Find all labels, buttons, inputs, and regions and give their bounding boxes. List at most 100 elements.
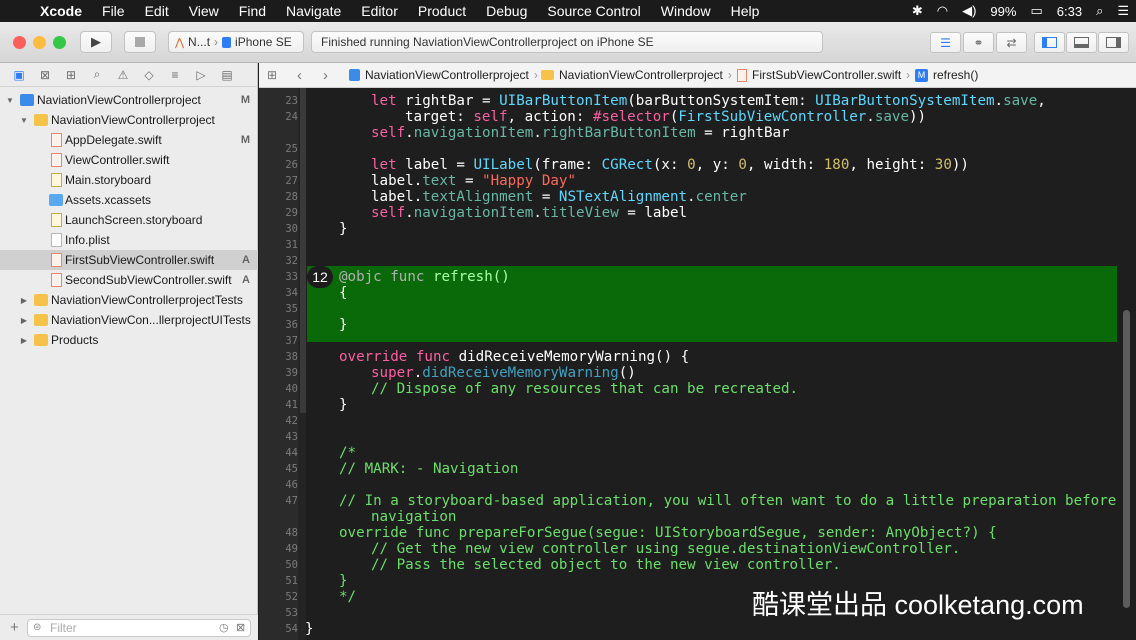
tree-item[interactable]: Main.storyboard <box>0 170 258 190</box>
source-control-icon[interactable]: ⊠ <box>37 67 53 83</box>
fold-marker <box>300 88 306 413</box>
menu-navigate[interactable]: Navigate <box>276 3 351 19</box>
code-line: self.navigationItem.rightBarButtonItem =… <box>371 125 790 141</box>
disclosure-open-icon[interactable]: ▼ <box>5 96 15 105</box>
swift-file-icon <box>51 153 62 167</box>
line-number: 36 <box>285 319 298 331</box>
line-number-gutter: 23 24 25 26 27 28 29 30 31 32 33 34 35 36 37 38 39 40 41 42… <box>259 88 298 640</box>
recent-files-icon[interactable]: ◷ <box>219 621 229 634</box>
plist-file-icon <box>51 233 62 247</box>
scheme-icon: ⋀ <box>175 36 185 49</box>
line-number: 23 <box>285 95 298 107</box>
stop-button[interactable] <box>124 31 156 53</box>
symbol-icon[interactable]: ⊞ <box>63 67 79 83</box>
assistant-editor-button[interactable]: ⚭ <box>963 32 994 53</box>
tree-item[interactable]: ▶ NaviationViewControllerprojectTests <box>0 290 258 310</box>
storyboard-file-icon <box>51 213 62 227</box>
source-editor[interactable]: 23 24 25 26 27 28 29 30 31 32 33 34 35 36 37 38 39 40 41 42… <box>259 88 1136 640</box>
menu-find[interactable]: Find <box>229 3 276 19</box>
tree-item-selected[interactable]: FirstSubViewController.swift A <box>0 250 258 270</box>
run-button[interactable]: ▶ <box>80 31 112 53</box>
tree-item[interactable]: AppDelegate.swift M <box>0 130 258 150</box>
wifi-icon[interactable]: ◠ <box>930 3 955 19</box>
breadcrumb-group[interactable]: NaviationViewControllerproject › <box>541 68 732 82</box>
menu-view[interactable]: View <box>179 3 229 19</box>
scroll-thumb[interactable] <box>1123 310 1130 608</box>
add-icon[interactable]: + <box>10 619 19 636</box>
code-line: // Dispose of any resources that can be … <box>371 381 799 397</box>
spotlight-icon[interactable]: ⌕ <box>1089 3 1110 19</box>
modified-files-icon[interactable]: ⊠ <box>236 621 245 634</box>
menu-help[interactable]: Help <box>721 3 770 19</box>
version-editor-button[interactable]: ⇄ <box>996 32 1027 53</box>
menu-xcode[interactable]: Xcode <box>34 3 92 19</box>
notification-center-icon[interactable]: ☰ <box>1110 3 1136 19</box>
tree-item[interactable]: ▼ NaviationViewControllerproject M <box>0 90 258 110</box>
code-line: target: self, action: #selector(FirstSub… <box>405 109 927 125</box>
code-line: } <box>305 621 314 637</box>
tree-item[interactable]: ▶ Products <box>0 330 258 350</box>
tree-item[interactable]: Assets.xcassets <box>0 190 258 210</box>
disclosure-open-icon[interactable]: ▼ <box>19 116 29 125</box>
tree-item[interactable]: ▶ NaviationViewCon...llerprojectUITests <box>0 310 258 330</box>
code-folding-ribbon[interactable] <box>298 88 306 640</box>
related-items-icon[interactable]: ⊞ <box>267 68 277 82</box>
line-number: 51 <box>285 575 298 587</box>
test-icon[interactable]: ◇ <box>141 67 157 83</box>
zoom-window-button[interactable] <box>53 36 66 49</box>
scheme-selector[interactable]: ⋀ N...t › iPhone SE <box>168 31 304 53</box>
standard-editor-button[interactable]: ☰ <box>930 32 961 53</box>
line-number: 49 <box>285 543 298 555</box>
close-window-button[interactable] <box>13 36 26 49</box>
code-line: @objc func refresh() <box>339 269 510 285</box>
tree-item[interactable]: LaunchScreen.storyboard <box>0 210 258 230</box>
toggle-debug-area-button[interactable] <box>1066 32 1097 53</box>
search-icon[interactable]: ⌕ <box>89 67 105 83</box>
filter-input[interactable]: Filter <box>27 619 251 637</box>
project-icon <box>349 69 360 81</box>
breadcrumb-method[interactable]: M refresh() <box>915 68 978 82</box>
breadcrumb-project[interactable]: NaviationViewControllerproject › <box>349 68 538 82</box>
menu-editor[interactable]: Editor <box>351 3 408 19</box>
report-icon[interactable]: ▤ <box>219 67 235 83</box>
line-number: 24 <box>285 111 298 123</box>
menu-window[interactable]: Window <box>651 3 721 19</box>
clock[interactable]: 6:33 <box>1050 4 1089 19</box>
menu-product[interactable]: Product <box>408 3 476 19</box>
line-number: 44 <box>285 447 298 459</box>
tree-item[interactable]: SecondSubViewController.swift A <box>0 270 258 290</box>
minimize-window-button[interactable] <box>33 36 46 49</box>
forward-icon[interactable]: › <box>323 67 328 84</box>
breadcrumb-file[interactable]: FirstSubViewController.swift › <box>737 68 910 82</box>
line-number: 34 <box>285 287 298 299</box>
breakpoint-icon[interactable]: ▷ <box>193 67 209 83</box>
vertical-scrollbar[interactable] <box>1118 88 1136 640</box>
menu-source-control[interactable]: Source Control <box>537 3 650 19</box>
folder-icon <box>34 114 48 126</box>
menu-debug[interactable]: Debug <box>476 3 537 19</box>
disclosure-closed-icon[interactable]: ▶ <box>19 296 29 305</box>
device-icon <box>222 36 232 48</box>
bluetooth-icon[interactable]: ✱ <box>905 3 930 19</box>
chevron-right-icon: › <box>906 68 911 82</box>
back-icon[interactable]: ‹ <box>297 67 302 84</box>
menu-edit[interactable]: Edit <box>135 3 179 19</box>
line-number: 28 <box>285 191 298 203</box>
tree-item[interactable]: Info.plist <box>0 230 258 250</box>
battery-icon[interactable]: ▭ <box>1023 3 1049 19</box>
line-number: 47 <box>285 495 298 507</box>
disclosure-closed-icon[interactable]: ▶ <box>19 336 29 345</box>
debug-icon[interactable]: ≡ <box>167 67 183 83</box>
method-icon: M <box>915 68 928 82</box>
folder-icon[interactable]: ▣ <box>11 67 27 83</box>
volume-icon[interactable]: ◀) <box>955 3 983 19</box>
warning-icon[interactable]: ⚠ <box>115 67 131 83</box>
assets-folder-icon <box>49 194 63 206</box>
file-tree: ▼ NaviationViewControllerproject M ▼ Nav… <box>0 90 258 350</box>
toggle-navigator-button[interactable] <box>1034 32 1065 53</box>
menu-file[interactable]: File <box>92 3 135 19</box>
toggle-utilities-button[interactable] <box>1098 32 1129 53</box>
tree-item[interactable]: ViewController.swift <box>0 150 258 170</box>
tree-item[interactable]: ▼ NaviationViewControllerproject <box>0 110 258 130</box>
disclosure-closed-icon[interactable]: ▶ <box>19 316 29 325</box>
